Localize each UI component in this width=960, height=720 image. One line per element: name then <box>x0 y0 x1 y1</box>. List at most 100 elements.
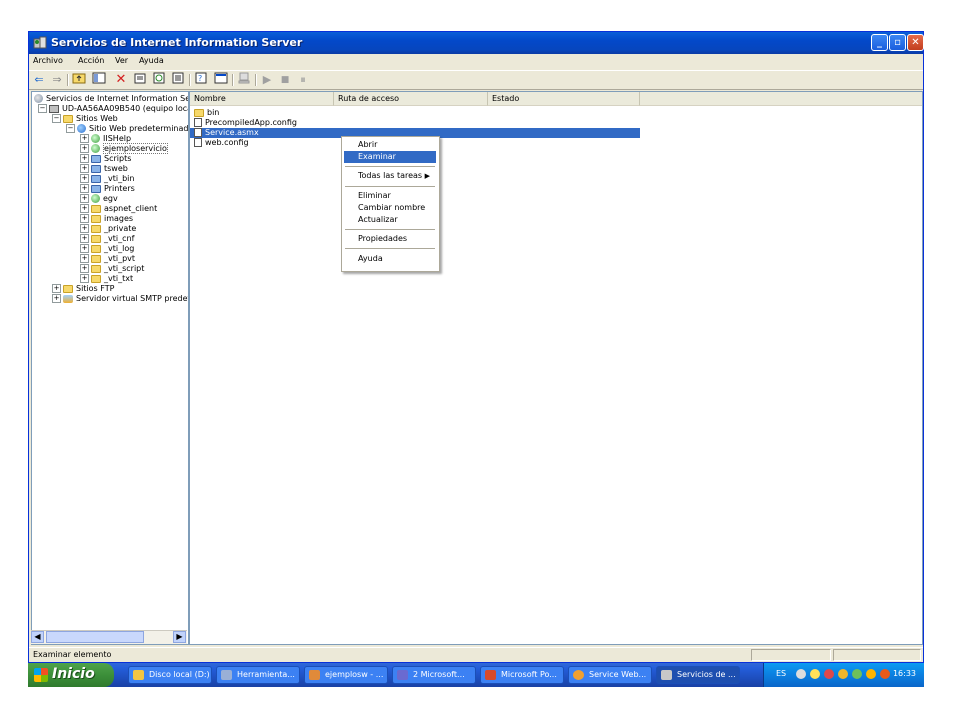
scroll-left-icon[interactable]: ◀ <box>31 631 44 643</box>
expand-icon[interactable]: + <box>80 274 89 283</box>
expand-icon[interactable]: + <box>80 224 89 233</box>
expand-icon[interactable]: + <box>80 254 89 263</box>
tree-item[interactable]: + ejemploservicio <box>80 143 168 154</box>
details-pane[interactable]: Nombre Ruta de acceso Estado bin Precomp… <box>189 91 923 645</box>
scroll-right-icon[interactable]: ▶ <box>173 631 186 643</box>
expand-icon[interactable]: + <box>80 164 89 173</box>
menu-accion[interactable]: Acción <box>78 56 104 65</box>
tree-item[interactable]: + Scripts <box>80 154 131 164</box>
tree-item[interactable]: + _vti_pvt <box>80 254 135 264</box>
delete-icon[interactable]: ✕ <box>113 72 129 88</box>
forward-icon[interactable]: ⇒ <box>49 72 65 88</box>
tree-item[interactable]: + _vti_cnf <box>80 234 134 244</box>
taskbar-item[interactable]: 2 Microsoft... <box>392 666 476 684</box>
back-icon[interactable]: ⇐ <box>31 72 47 88</box>
menu-archivo[interactable]: Archivo <box>33 56 63 65</box>
tree-item[interactable]: + images <box>80 214 133 224</box>
tree-root[interactable]: Servicios de Internet Information Se <box>34 94 188 104</box>
tree-sitios-ftp[interactable]: + Sitios FTP <box>52 284 114 294</box>
antivirus-icon[interactable] <box>824 669 834 679</box>
expand-icon[interactable]: + <box>80 184 89 193</box>
expand-icon[interactable]: + <box>80 134 89 143</box>
menu-item-eliminar[interactable]: Eliminar <box>344 190 436 202</box>
expand-icon[interactable]: + <box>52 294 61 303</box>
app-tray-icon[interactable] <box>880 669 890 679</box>
list-item[interactable]: bin <box>190 108 219 118</box>
taskbar-item[interactable]: Disco local (D:) <box>128 666 212 684</box>
browser-icon <box>573 670 584 680</box>
tree-item[interactable]: + _vti_log <box>80 244 134 254</box>
security-icon[interactable] <box>852 669 862 679</box>
tree-pane[interactable]: Servicios de Internet Information Se − UD… <box>31 91 189 645</box>
title-bar[interactable]: Servicios de Internet Information Server… <box>29 32 924 54</box>
taskbar-item[interactable]: Microsoft Po... <box>480 666 564 684</box>
tree-item[interactable]: + tsweb <box>80 164 128 174</box>
start-button[interactable]: Inicio <box>28 663 114 687</box>
console-view-icon[interactable] <box>213 72 229 88</box>
start-icon[interactable]: ▶ <box>259 72 275 88</box>
expand-icon[interactable]: + <box>80 144 89 153</box>
column-header-ruta[interactable]: Ruta de acceso <box>334 92 488 106</box>
expand-icon[interactable]: + <box>52 284 61 293</box>
scroll-thumb[interactable] <box>46 631 144 643</box>
tree-item[interactable]: + _vti_bin <box>80 174 134 184</box>
help-icon[interactable]: ? <box>193 72 209 88</box>
menu-item-cambiar-nombre[interactable]: Cambiar nombre <box>344 202 436 214</box>
column-header-estado[interactable]: Estado <box>488 92 640 106</box>
refresh-icon[interactable] <box>151 72 167 88</box>
collapse-tray-icon[interactable] <box>796 669 806 679</box>
up-folder-icon[interactable] <box>71 72 87 88</box>
stop-icon[interactable]: ■ <box>277 72 293 88</box>
computer-icon[interactable] <box>236 72 252 88</box>
tree-sitios-web[interactable]: − Sitios Web <box>52 114 118 124</box>
column-header-nombre[interactable]: Nombre <box>190 92 334 106</box>
menu-item-todas-las-tareas[interactable]: Todas las tareas ▶ <box>344 170 436 182</box>
taskbar-item-active[interactable]: Servicios de ... <box>656 666 740 684</box>
menu-item-ayuda[interactable]: Ayuda <box>344 253 436 265</box>
list-item[interactable]: PrecompiledApp.config <box>190 118 297 128</box>
update-icon[interactable] <box>866 669 876 679</box>
menu-item-examinar[interactable]: Examinar <box>344 151 436 163</box>
maximize-button[interactable]: ▫ <box>889 34 906 51</box>
taskbar-item[interactable]: Herramienta... <box>216 666 300 684</box>
messenger-icon[interactable] <box>838 669 848 679</box>
expand-icon[interactable]: + <box>80 174 89 183</box>
list-item[interactable]: web.config <box>190 138 249 148</box>
menu-item-propiedades[interactable]: Propiedades <box>344 233 436 245</box>
expand-icon[interactable]: + <box>80 264 89 273</box>
expand-icon[interactable]: + <box>80 154 89 163</box>
show-tree-icon[interactable] <box>91 72 107 88</box>
export-list-icon[interactable] <box>170 72 186 88</box>
collapse-icon[interactable]: − <box>52 114 61 123</box>
network-icon[interactable] <box>810 669 820 679</box>
tree-item[interactable]: + _vti_txt <box>80 274 133 284</box>
menu-ver[interactable]: Ver <box>115 56 128 65</box>
tree-item[interactable]: + aspnet_client <box>80 204 157 214</box>
taskbar-item[interactable]: ejemplosw - ... <box>304 666 388 684</box>
expand-icon[interactable]: + <box>80 204 89 213</box>
tree-item[interactable]: + _vti_script <box>80 264 144 274</box>
menu-ayuda[interactable]: Ayuda <box>139 56 164 65</box>
expand-icon[interactable]: + <box>80 214 89 223</box>
tree-horizontal-scrollbar[interactable]: ◀ ▶ <box>31 630 187 644</box>
pause-icon[interactable]: ⏸ <box>295 72 311 88</box>
close-button[interactable]: ✕ <box>907 34 924 51</box>
taskbar-item[interactable]: Service Web... <box>568 666 652 684</box>
menu-item-actualizar[interactable]: Actualizar <box>344 214 436 226</box>
tree-item[interactable]: + _private <box>80 224 136 234</box>
tree-computer[interactable]: − UD-AA56AA09B540 (equipo loca <box>38 104 188 114</box>
tree-item[interactable]: + egv <box>80 194 118 204</box>
tree-smtp[interactable]: + Servidor virtual SMTP predet <box>52 294 188 304</box>
properties-icon[interactable] <box>132 72 148 88</box>
tree-default-site[interactable]: − Sitio Web predeterminad <box>66 124 188 134</box>
smtp-icon <box>63 294 73 303</box>
menu-item-abrir[interactable]: Abrir <box>344 139 436 151</box>
collapse-icon[interactable]: − <box>38 104 47 113</box>
expand-icon[interactable]: + <box>80 244 89 253</box>
expand-icon[interactable]: + <box>80 194 89 203</box>
minimize-button[interactable]: _ <box>871 34 888 51</box>
tree-item[interactable]: + Printers <box>80 184 135 194</box>
collapse-icon[interactable]: − <box>66 124 75 133</box>
language-indicator[interactable]: ES <box>776 669 786 678</box>
expand-icon[interactable]: + <box>80 234 89 243</box>
